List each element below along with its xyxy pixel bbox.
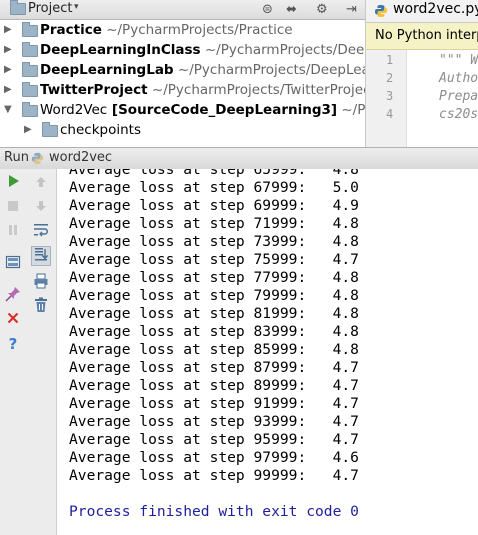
arrow-down-icon[interactable] bbox=[31, 198, 51, 218]
rerun-icon[interactable] bbox=[3, 174, 23, 194]
editor-tab-word2vec[interactable]: word2vec.py bbox=[366, 0, 478, 23]
console-line: Average loss at step 79999: 4.8 bbox=[69, 287, 359, 304]
console-line: Average loss at step 73999: 4.8 bbox=[69, 233, 359, 250]
run-config-tab[interactable]: word2vec bbox=[49, 150, 112, 165]
console-line: Average loss at step 91999: 4.7 bbox=[69, 395, 359, 412]
restore-layout-icon[interactable] bbox=[3, 254, 23, 274]
tree-item-deeplearninginclass[interactable]: ▶ DeepLearningInClass ~/PycharmProjects/… bbox=[0, 41, 365, 61]
tree-item-path: ~/PycharmProjects/TwitterProject bbox=[147, 82, 365, 98]
console-line: Average loss at step 89999: 4.7 bbox=[69, 377, 359, 394]
python-run-config-icon bbox=[31, 152, 44, 165]
soft-wrap-icon[interactable] bbox=[31, 222, 51, 242]
console-line: Average loss at step 87999: 4.7 bbox=[69, 359, 359, 376]
console-line: Average loss at step 67999: 5.0 bbox=[69, 179, 359, 196]
project-folder-icon bbox=[10, 0, 26, 19]
interpreter-warning-text: No Python interpr bbox=[375, 28, 478, 43]
close-icon[interactable] bbox=[3, 310, 23, 330]
line-number: 3 bbox=[386, 89, 394, 103]
arrow-up-icon[interactable] bbox=[31, 174, 51, 194]
editor-tab-label: word2vec.py bbox=[393, 1, 478, 17]
process-exit-message: Process finished with exit code 0 bbox=[69, 503, 359, 520]
tree-item-label: checkpoints bbox=[60, 122, 141, 138]
project-tool-window: Project ▾ ⊜ ⬌ ⚙ ⇥ ▶ Practice ~/PycharmPr… bbox=[0, 0, 365, 147]
run-tool-window-header: Run word2vec bbox=[0, 147, 478, 170]
code-line[interactable]: Prepa bbox=[439, 89, 478, 104]
interpreter-warning-banner[interactable]: No Python interpr bbox=[366, 23, 478, 50]
expand-arrow-icon[interactable]: ▶ bbox=[24, 124, 32, 135]
tree-item-path: ~/PycharmProjects/Practice bbox=[101, 22, 293, 38]
tree-item-deeplearninglab[interactable]: ▶ DeepLearningLab ~/PycharmProjects/Deep… bbox=[0, 61, 365, 81]
code-line[interactable]: Autho bbox=[439, 71, 478, 86]
console-line: Average loss at step 75999: 4.7 bbox=[69, 251, 359, 268]
tree-item-path: ~/Pychar bbox=[341, 102, 365, 118]
console-line: Average loss at step 83999: 4.8 bbox=[69, 323, 359, 340]
console-line: Average loss at step 65999: 4.8 bbox=[69, 169, 359, 178]
console-output[interactable]: Average loss at step 65999: 4.8 Average … bbox=[57, 169, 478, 535]
folder-icon bbox=[22, 22, 38, 41]
console-line: Average loss at step 69999: 4.9 bbox=[69, 197, 359, 214]
line-number: 2 bbox=[386, 71, 394, 85]
folder-icon bbox=[22, 82, 38, 101]
print-icon[interactable] bbox=[31, 273, 51, 293]
expand-arrow-icon[interactable]: ▶ bbox=[4, 44, 12, 55]
editor-pane: word2vec.py No Python interpr 1 2 3 4 ""… bbox=[365, 0, 478, 147]
line-number: 1 bbox=[386, 53, 394, 67]
expand-arrow-icon[interactable]: ▶ bbox=[4, 64, 12, 75]
tree-item-path: ~/PycharmProjects/DeepLearnin bbox=[177, 62, 365, 78]
stop-icon[interactable] bbox=[3, 198, 23, 218]
console-line: Average loss at step 77999: 4.8 bbox=[69, 269, 359, 286]
folder-icon bbox=[42, 122, 58, 141]
expand-arrow-icon[interactable]: ▶ bbox=[4, 84, 12, 95]
console-line: Average loss at step 95999: 4.7 bbox=[69, 431, 359, 448]
tree-item-label: DeepLearningLab bbox=[40, 62, 174, 78]
console-line: Average loss at step 93999: 4.7 bbox=[69, 413, 359, 430]
console-line: Average loss at step 81999: 4.8 bbox=[69, 305, 359, 322]
folder-icon bbox=[22, 62, 38, 81]
run-toolbar-primary: ? bbox=[0, 169, 28, 535]
hide-panel-icon[interactable]: ⇥ bbox=[346, 1, 357, 18]
project-view-selector[interactable]: Project bbox=[28, 1, 72, 16]
tree-item-path: ~/PycharmProjects/DeepLea bbox=[204, 42, 365, 58]
tree-item-label: DeepLearningInClass bbox=[40, 42, 201, 58]
console-line: Average loss at step 85999: 4.8 bbox=[69, 341, 359, 358]
expand-arrow-icon[interactable]: ▶ bbox=[4, 24, 12, 35]
project-header: Project ▾ ⊜ ⬌ ⚙ ⇥ bbox=[0, 0, 365, 20]
run-window-title: Run bbox=[4, 150, 29, 165]
console-line: Average loss at step 97999: 4.6 bbox=[69, 449, 359, 466]
trash-icon[interactable] bbox=[31, 297, 51, 317]
code-line[interactable]: """ W bbox=[439, 53, 478, 68]
collapse-all-icon[interactable]: ⬌ bbox=[286, 1, 297, 18]
folder-icon bbox=[22, 102, 38, 121]
tree-item-practice[interactable]: ▶ Practice ~/PycharmProjects/Practice bbox=[0, 21, 365, 41]
line-number-gutter: 1 2 3 4 bbox=[366, 50, 407, 147]
python-file-icon bbox=[375, 5, 387, 17]
tree-item-twitterproject[interactable]: ▶ TwitterProject ~/PycharmProjects/Twitt… bbox=[0, 81, 365, 101]
run-toolbar-secondary bbox=[27, 169, 57, 535]
pin-tab-icon[interactable] bbox=[3, 286, 23, 306]
tree-item-checkpoints[interactable]: ▶ checkpoints bbox=[0, 121, 365, 141]
line-number: 4 bbox=[386, 107, 394, 121]
scroll-to-end-icon[interactable] bbox=[31, 246, 51, 266]
tree-item-word2vec[interactable]: ▼ Word2Vec [SourceCode_DeepLearning3] ~/… bbox=[0, 101, 365, 121]
code-line[interactable]: cs20s bbox=[439, 107, 478, 122]
tree-item-label: TwitterProject bbox=[40, 82, 148, 98]
folder-icon bbox=[22, 42, 38, 61]
chevron-down-icon[interactable]: ▾ bbox=[74, 2, 79, 12]
tree-item-label: Word2Vec bbox=[40, 102, 108, 118]
collapse-arrow-icon[interactable]: ▼ bbox=[4, 104, 12, 115]
locate-file-icon[interactable]: ⊜ bbox=[262, 1, 273, 18]
tree-item-module-name: [SourceCode_DeepLearning3] bbox=[107, 102, 338, 118]
help-icon[interactable]: ? bbox=[3, 334, 23, 354]
pause-icon[interactable] bbox=[3, 222, 23, 242]
tree-item-label: Practice bbox=[40, 22, 102, 38]
gear-icon[interactable]: ⚙ bbox=[316, 1, 328, 18]
console-line: Average loss at step 71999: 4.8 bbox=[69, 215, 359, 232]
console-line: Average loss at step 99999: 4.7 bbox=[69, 467, 359, 484]
